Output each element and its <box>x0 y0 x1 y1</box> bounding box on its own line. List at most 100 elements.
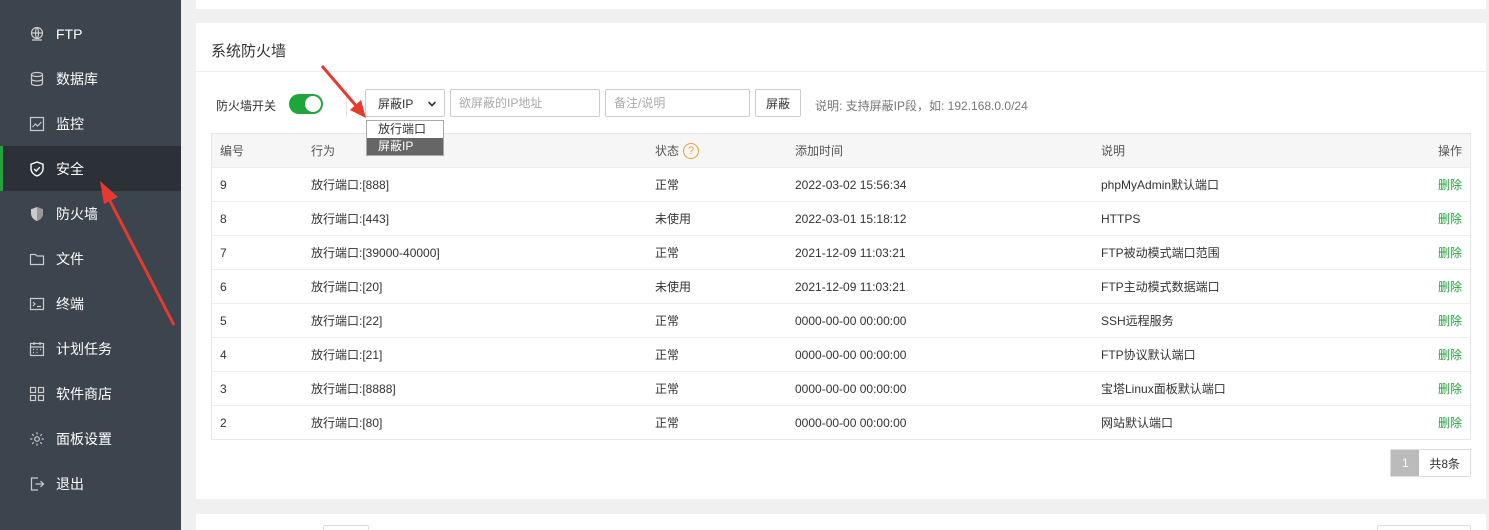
dropdown-option-block-ip[interactable]: 屏蔽IP <box>367 138 443 155</box>
top-card <box>196 0 1486 9</box>
dropdown-option-allow-port[interactable]: 放行端口 <box>367 121 443 138</box>
column-header: 状态 <box>655 144 680 158</box>
rule-status: 正常 <box>655 416 680 430</box>
rule-status: 正常 <box>655 178 680 192</box>
delete-link[interactable]: 删除 <box>1438 338 1462 371</box>
column-header: 操作 <box>1437 144 1462 158</box>
sidebar-item-cron[interactable]: 计划任务 <box>0 326 181 371</box>
total-count: 共8条 <box>1429 456 1460 471</box>
sidebar-item-database[interactable]: 数据库 <box>0 56 181 101</box>
firewall-icon <box>28 205 46 223</box>
logout-icon <box>28 475 46 493</box>
column-header: 说明 <box>1101 144 1126 158</box>
rule-id: 9 <box>220 177 227 192</box>
block-button[interactable]: 屏蔽 <box>755 89 801 117</box>
rule-action: 放行端口:[39000-40000] <box>311 246 440 260</box>
help-icon[interactable]: ? <box>683 142 700 159</box>
rule-action: 放行端口:[22] <box>311 314 383 328</box>
rule-desc: FTP被动模式端口范围 <box>1101 246 1220 260</box>
sidebar-item-settings[interactable]: 面板设置 <box>0 416 181 461</box>
rule-status: 正常 <box>655 246 680 260</box>
rule-action: 放行端口:[8888] <box>311 382 396 396</box>
sidebar-item-label: 终端 <box>56 295 84 312</box>
sidebar-item-label: 面板设置 <box>56 430 112 447</box>
rule-desc: SSH远程服务 <box>1101 314 1174 328</box>
sidebar-item-terminal[interactable]: 终端 <box>0 281 181 326</box>
sidebar-item-label: 防火墙 <box>56 205 98 222</box>
sidebar-item-files[interactable]: 文件 <box>0 236 181 281</box>
ip-address-input[interactable] <box>450 89 600 117</box>
table-row: 9 放行端口:[888] 正常 2022-03-02 15:56:34 phpM… <box>212 167 1470 201</box>
sidebar-item-ftp[interactable]: FTP <box>0 11 181 56</box>
folder-icon <box>28 250 46 268</box>
table-row: 6 放行端口:[20] 未使用 2021-12-09 11:03:21 FTP主… <box>212 269 1470 303</box>
sidebar-item-store[interactable]: 软件商店 <box>0 371 181 416</box>
note-input[interactable] <box>605 89 750 117</box>
rule-desc: HTTPS <box>1101 211 1141 226</box>
delete-link[interactable]: 删除 <box>1438 372 1462 405</box>
firewall-rules-table: 编号 行为 状态 ? 添加时间 说明 操作 9 放行端口:[888] 正常 20… <box>211 133 1471 440</box>
page-button-current[interactable]: 1 <box>1391 450 1420 476</box>
column-header: 编号 <box>220 144 245 158</box>
card-title: 系统防火墙 <box>211 43 287 60</box>
shield-icon <box>28 160 46 178</box>
sidebar-item-monitor[interactable]: 监控 <box>0 101 181 146</box>
sidebar-item-label: 计划任务 <box>56 340 112 357</box>
sidebar-item-label: 退出 <box>56 475 84 492</box>
rule-desc: phpMyAdmin默认端口 <box>1101 178 1220 192</box>
bottom-control[interactable] <box>1377 525 1471 530</box>
sidebar-item-label: 监控 <box>56 115 84 132</box>
rule-time: 0000-00-00 00:00:00 <box>795 381 907 396</box>
bottom-card <box>196 514 1486 530</box>
bottom-control[interactable] <box>323 525 369 530</box>
rule-action: 放行端口:[80] <box>311 416 383 430</box>
delete-link[interactable]: 删除 <box>1438 304 1462 337</box>
sidebar-item-logout[interactable]: 退出 <box>0 461 181 506</box>
sidebar-item-security[interactable]: 安全 <box>0 146 181 191</box>
rule-time: 0000-00-00 00:00:00 <box>795 415 907 430</box>
rule-id: 5 <box>220 313 227 328</box>
delete-link[interactable]: 删除 <box>1438 168 1462 201</box>
calendar-icon <box>28 340 46 358</box>
rule-status: 未使用 <box>655 280 692 294</box>
sidebar-item-label: 数据库 <box>56 70 98 87</box>
firewall-card: 系统防火墙 防火墙开关 屏蔽IP 屏蔽 说明: 支持屏蔽IP段，如: 192.1… <box>196 23 1486 499</box>
delete-link[interactable]: 删除 <box>1438 236 1462 269</box>
hint-text: 说明: 支持屏蔽IP段，如: 192.168.0.0/24 <box>815 99 1028 113</box>
rule-desc: 宝塔Linux面板默认端口 <box>1101 382 1226 396</box>
table-row: 3 放行端口:[8888] 正常 0000-00-00 00:00:00 宝塔L… <box>212 371 1470 405</box>
sidebar-item-label: 文件 <box>56 250 84 267</box>
rule-status: 正常 <box>655 348 680 362</box>
rule-id: 6 <box>220 279 227 294</box>
rule-desc: 网站默认端口 <box>1101 416 1174 430</box>
rule-time: 2021-12-09 11:03:21 <box>795 279 906 294</box>
sidebar-item-firewall[interactable]: 防火墙 <box>0 191 181 236</box>
divider <box>346 89 347 117</box>
table-row: 8 放行端口:[443] 未使用 2022-03-01 15:18:12 HTT… <box>212 201 1470 235</box>
firewall-toggle[interactable] <box>289 94 323 114</box>
rule-type-select[interactable]: 屏蔽IP <box>365 89 445 117</box>
rule-status: 正常 <box>655 382 680 396</box>
rule-action: 放行端口:[20] <box>311 280 383 294</box>
ftp-icon <box>28 25 46 43</box>
rule-action: 放行端口:[443] <box>311 212 390 226</box>
rule-time: 2022-03-02 15:56:34 <box>795 177 907 192</box>
divider <box>196 71 1486 72</box>
firewall-switch-label: 防火墙开关 <box>216 99 277 113</box>
table-row: 5 放行端口:[22] 正常 0000-00-00 00:00:00 SSH远程… <box>212 303 1470 337</box>
rule-id: 2 <box>220 415 227 430</box>
delete-link[interactable]: 删除 <box>1438 406 1462 439</box>
terminal-icon <box>28 295 46 313</box>
monitor-icon <box>28 115 46 133</box>
rule-id: 3 <box>220 381 227 396</box>
table-row: 7 放行端口:[39000-40000] 正常 2021-12-09 11:03… <box>212 235 1470 269</box>
column-header: 添加时间 <box>795 144 844 158</box>
delete-link[interactable]: 删除 <box>1438 202 1462 235</box>
apps-icon <box>28 385 46 403</box>
column-header: 行为 <box>311 144 336 158</box>
delete-link[interactable]: 删除 <box>1438 270 1462 303</box>
sidebar-item-label: 软件商店 <box>56 385 112 402</box>
rule-status: 未使用 <box>655 212 692 226</box>
rule-id: 4 <box>220 347 227 362</box>
chevron-down-icon <box>427 101 437 107</box>
